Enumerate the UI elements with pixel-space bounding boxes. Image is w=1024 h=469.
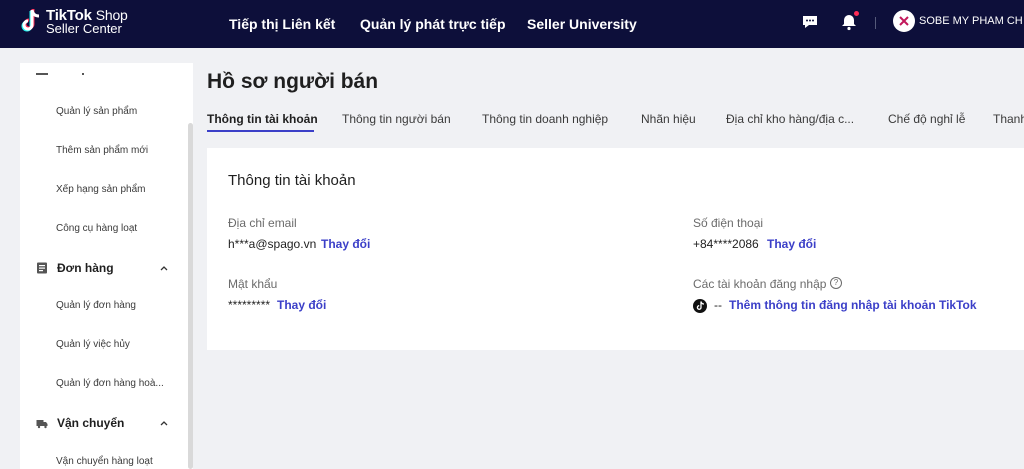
- sidebar-item-bulk-tools[interactable]: Công cụ hàng loạt: [56, 223, 137, 234]
- tab-business-info[interactable]: Thông tin doanh nghiệp: [482, 112, 608, 126]
- truck-icon: [36, 420, 48, 429]
- sidebar: Quản lý sản phẩm Thêm sản phẩm mới Xếp h…: [20, 63, 193, 469]
- chevron-up-icon[interactable]: [160, 264, 168, 272]
- tab-seller-info[interactable]: Thông tin người bán: [342, 112, 451, 126]
- phone-label: Số điện thoại: [693, 216, 764, 230]
- change-phone-link[interactable]: Thay đổi: [767, 237, 816, 251]
- sidebar-item-add-product[interactable]: Thêm sản phẩm mới: [56, 145, 148, 156]
- tab-brands[interactable]: Nhãn hiệu: [641, 112, 696, 126]
- orders-icon: [37, 262, 47, 274]
- tab-holiday-mode[interactable]: Chế độ nghỉ lễ: [888, 112, 965, 126]
- account-info-card: Thông tin tài khoản Địa chỉ email h***a@…: [207, 148, 1024, 350]
- sidebar-group-orders[interactable]: Đơn hàng: [36, 261, 114, 275]
- card-title: Thông tin tài khoản: [228, 172, 356, 189]
- sidebar-partial-dot: [82, 73, 84, 75]
- sidebar-group-shipping[interactable]: Vận chuyển: [36, 416, 124, 430]
- sidebar-item-cancellation-management[interactable]: Quản lý việc hủy: [56, 339, 130, 350]
- email-value: h***a@spago.vn: [228, 237, 317, 251]
- add-tiktok-login-link[interactable]: Thêm thông tin đăng nhập tài khoản TikTo…: [729, 298, 977, 312]
- active-tab-indicator: [207, 130, 314, 132]
- shop-name[interactable]: SOBE MY PHAM CH: [919, 15, 1024, 27]
- password-value: *********: [228, 298, 271, 312]
- login-dash: --: [714, 298, 722, 312]
- chat-icon[interactable]: [801, 13, 819, 31]
- top-navbar: TikTok Shop Seller Center Tiếp thị Liên …: [0, 0, 1024, 48]
- sidebar-partial-group: [36, 69, 48, 75]
- phone-value: +84****2086: [693, 237, 759, 251]
- nav-seller-university[interactable]: Seller University: [527, 16, 637, 32]
- tab-account-info[interactable]: Thông tin tài khoản: [207, 112, 318, 126]
- sidebar-item-product-ranking[interactable]: Xếp hạng sản phẩm: [56, 184, 146, 195]
- change-password-link[interactable]: Thay đổi: [277, 298, 326, 312]
- page-title: Hồ sơ người bán: [207, 70, 379, 93]
- tab-payment[interactable]: Thanh: [993, 112, 1024, 126]
- password-label: Mật khẩu: [228, 277, 278, 291]
- nav-affiliate-marketing[interactable]: Tiếp thị Liên kết: [229, 16, 335, 32]
- tab-warehouse-address[interactable]: Địa chỉ kho hàng/địa c...: [726, 112, 854, 126]
- help-icon[interactable]: ?: [830, 277, 842, 289]
- nav-live-management[interactable]: Quản lý phát trực tiếp: [360, 16, 506, 32]
- header-divider: [875, 17, 876, 29]
- sidebar-item-order-management[interactable]: Quản lý đơn hàng: [56, 300, 136, 311]
- tiktok-shop-logo[interactable]: TikTok Shop Seller Center: [20, 8, 128, 36]
- sidebar-item-product-management[interactable]: Quản lý sản phẩm: [56, 106, 137, 117]
- sidebar-scrollbar[interactable]: [188, 123, 193, 469]
- sidebar-item-bulk-shipping[interactable]: Vận chuyển hàng loạt: [56, 456, 153, 467]
- sidebar-item-return-management[interactable]: Quản lý đơn hàng hoà...: [56, 378, 164, 389]
- sidebar-group-shipping-label: Vận chuyển: [57, 416, 125, 430]
- logo-seller-center-text: Seller Center: [46, 21, 122, 36]
- tiktok-icon: [693, 299, 707, 313]
- chevron-up-icon[interactable]: [160, 419, 168, 427]
- login-accounts-label: Các tài khoản đăng nhập: [693, 277, 827, 291]
- tiktok-logo-icon: [21, 9, 40, 32]
- shop-logo-icon: [899, 16, 909, 26]
- notification-dot: [854, 11, 859, 16]
- change-email-link[interactable]: Thay đổi: [321, 237, 370, 251]
- sidebar-group-orders-label: Đơn hàng: [57, 261, 114, 275]
- email-label: Địa chỉ email: [228, 216, 297, 230]
- shop-avatar[interactable]: [893, 10, 915, 32]
